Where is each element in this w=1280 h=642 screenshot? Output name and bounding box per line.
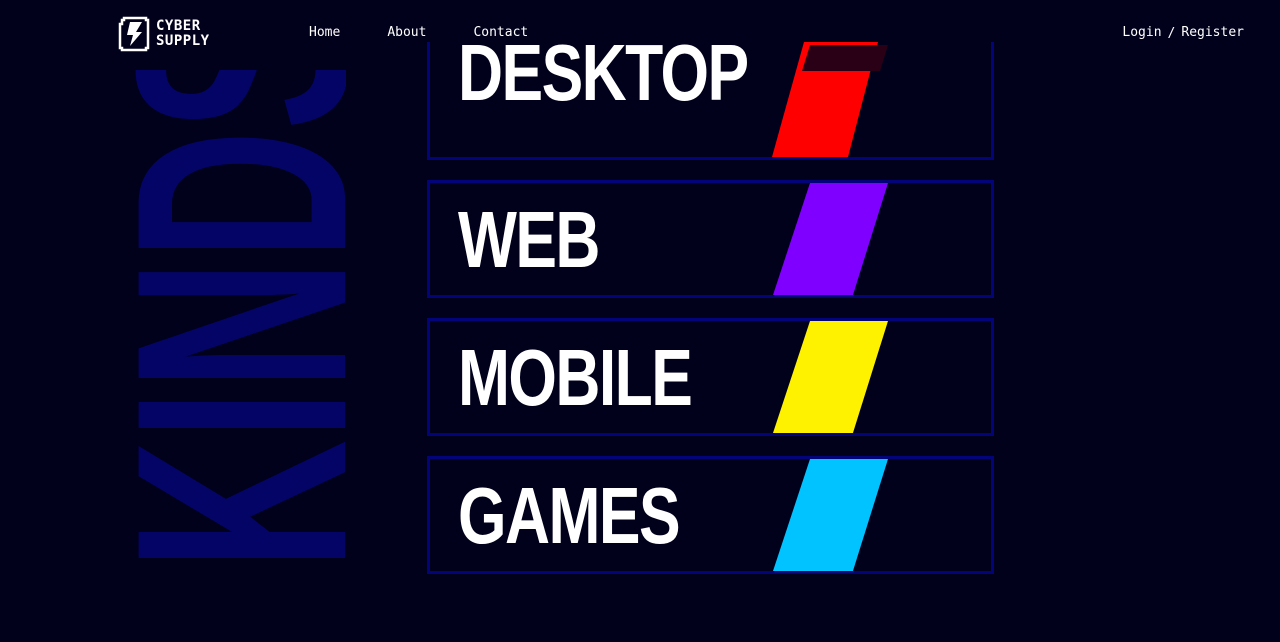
nav-about-link[interactable]: About <box>387 24 426 42</box>
brand-name: CYBER SUPPLY <box>156 19 210 49</box>
auth-links: Login / Register <box>1122 24 1244 42</box>
category-stripe-purple <box>772 183 888 295</box>
category-title: GAMES <box>458 471 681 560</box>
brand-name-line1: CYBER <box>156 18 201 34</box>
category-title: MOBILE <box>458 333 693 422</box>
brand-name-line2: SUPPLY <box>156 33 210 49</box>
register-link[interactable]: Register <box>1181 24 1244 42</box>
category-list: DESKTOP WEB MOBILE GAMES <box>427 0 994 642</box>
category-stripe-cyan <box>772 459 888 571</box>
site-header: CYBER SUPPLY Home About Contact Login / … <box>0 0 1280 68</box>
nav-contact-link[interactable]: Contact <box>473 24 528 42</box>
auth-separator: / <box>1167 26 1176 41</box>
login-link[interactable]: Login <box>1122 24 1161 42</box>
category-stripe-yellow <box>772 321 888 433</box>
lightning-bolt-logo-icon <box>118 16 150 52</box>
category-title: WEB <box>458 195 600 284</box>
category-card-web[interactable]: WEB <box>427 180 994 298</box>
category-card-mobile[interactable]: MOBILE <box>427 318 994 436</box>
nav-home-link[interactable]: Home <box>309 24 340 42</box>
background-vertical-word-text: KINDS <box>123 70 346 570</box>
main-nav: Home About Contact <box>309 24 528 42</box>
background-vertical-word: KINDS <box>123 70 346 570</box>
category-card-games[interactable]: GAMES <box>427 456 994 574</box>
brand-logo-link[interactable]: CYBER SUPPLY <box>118 16 210 52</box>
